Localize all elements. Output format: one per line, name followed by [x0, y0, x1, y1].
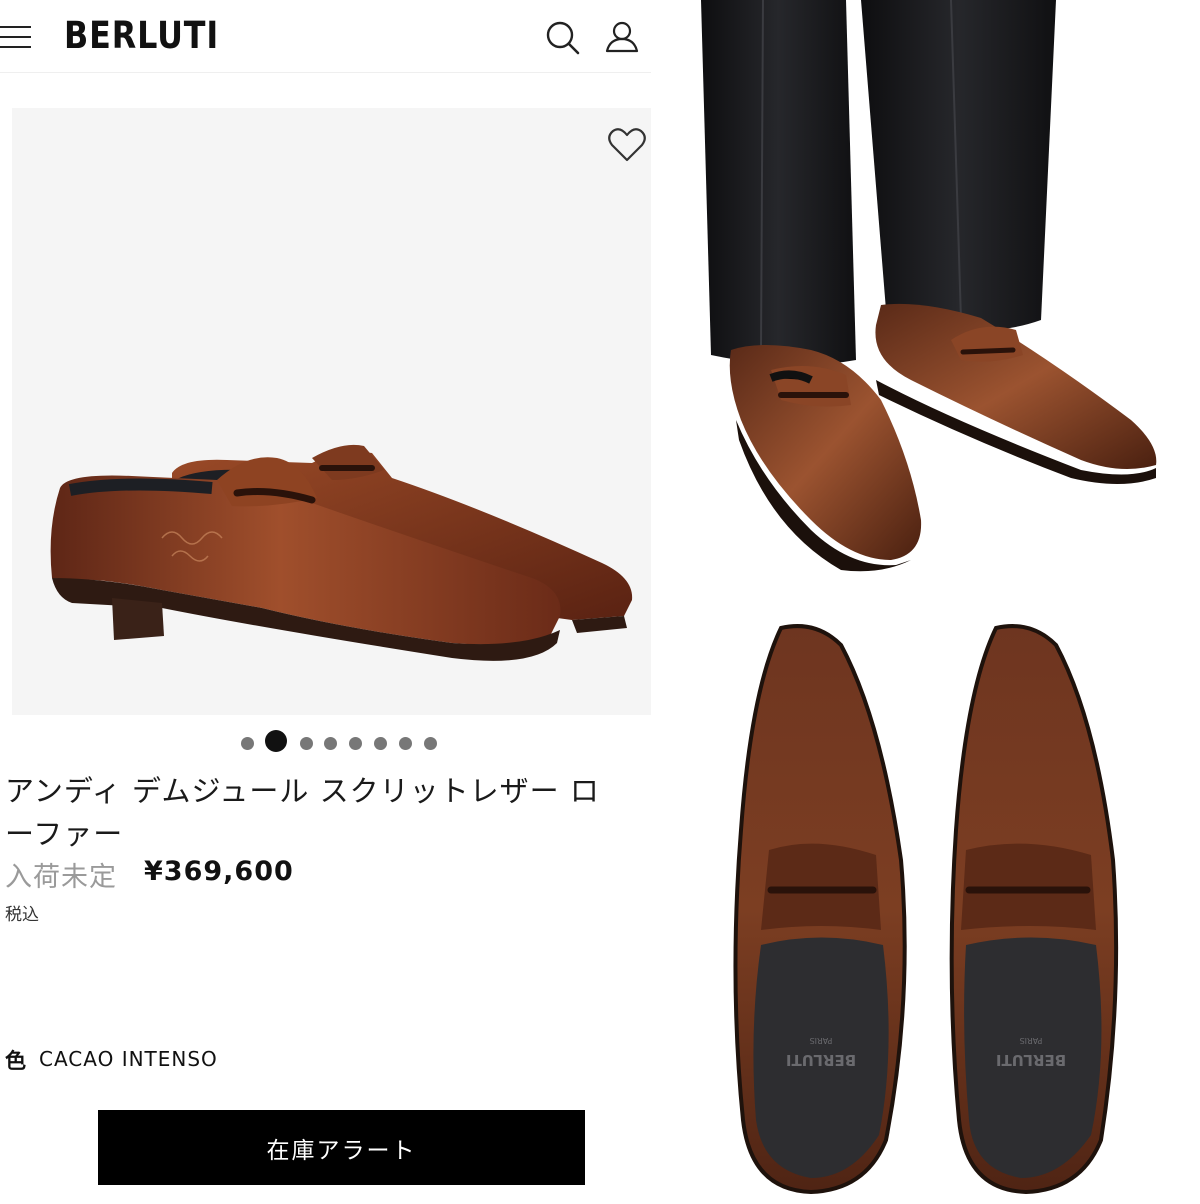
site-header: BERLUTI [0, 0, 651, 73]
top-view-shoe-image: BERLUTI PARIS BERLUTI PARIS [733, 624, 1119, 1195]
carousel-dot[interactable] [241, 737, 254, 750]
carousel-dot[interactable] [399, 737, 412, 750]
carousel-dot[interactable] [374, 737, 387, 750]
worn-shoe-image [701, 0, 1157, 572]
search-icon[interactable] [543, 18, 581, 56]
carousel-dot-active[interactable] [265, 730, 287, 752]
insole-sub-right: PARIS [1020, 1036, 1043, 1045]
carousel-dot[interactable] [300, 737, 313, 750]
main-product-shoe-image [50, 444, 633, 661]
product-title: アンディ デムジュール スクリットレザー ローファー [5, 774, 600, 851]
top-view-shoe-photo[interactable]: BERLUTI PARIS BERLUTI PARIS [651, 600, 1200, 1200]
carousel-dot[interactable] [424, 737, 437, 750]
tax-note: 税込 [5, 905, 39, 925]
product-price: ¥369,600 [144, 856, 294, 887]
product-detail-panel: BERLUTI アンディ デムジュール スクリットレザー ローファー 入荷未定 … [0, 0, 651, 1200]
brand-logo[interactable]: BERLUTI [64, 14, 219, 58]
insole-brand-right: BERLUTI [996, 1051, 1066, 1069]
carousel-dot[interactable] [324, 737, 337, 750]
stock-alert-button[interactable]: 在庫アラート [98, 1110, 585, 1185]
availability-status: 入荷未定 [5, 862, 117, 893]
carousel-dot[interactable] [349, 737, 362, 750]
heart-icon[interactable] [607, 127, 647, 163]
insole-sub-left: PARIS [810, 1036, 833, 1045]
hamburger-menu-icon[interactable] [0, 24, 32, 50]
insole-brand-left: BERLUTI [786, 1051, 856, 1069]
color-label: 色 [5, 1049, 26, 1073]
color-value[interactable]: CACAO INTENSO [39, 1047, 218, 1071]
worn-shoe-photo[interactable] [651, 0, 1200, 600]
account-icon[interactable] [602, 18, 642, 56]
